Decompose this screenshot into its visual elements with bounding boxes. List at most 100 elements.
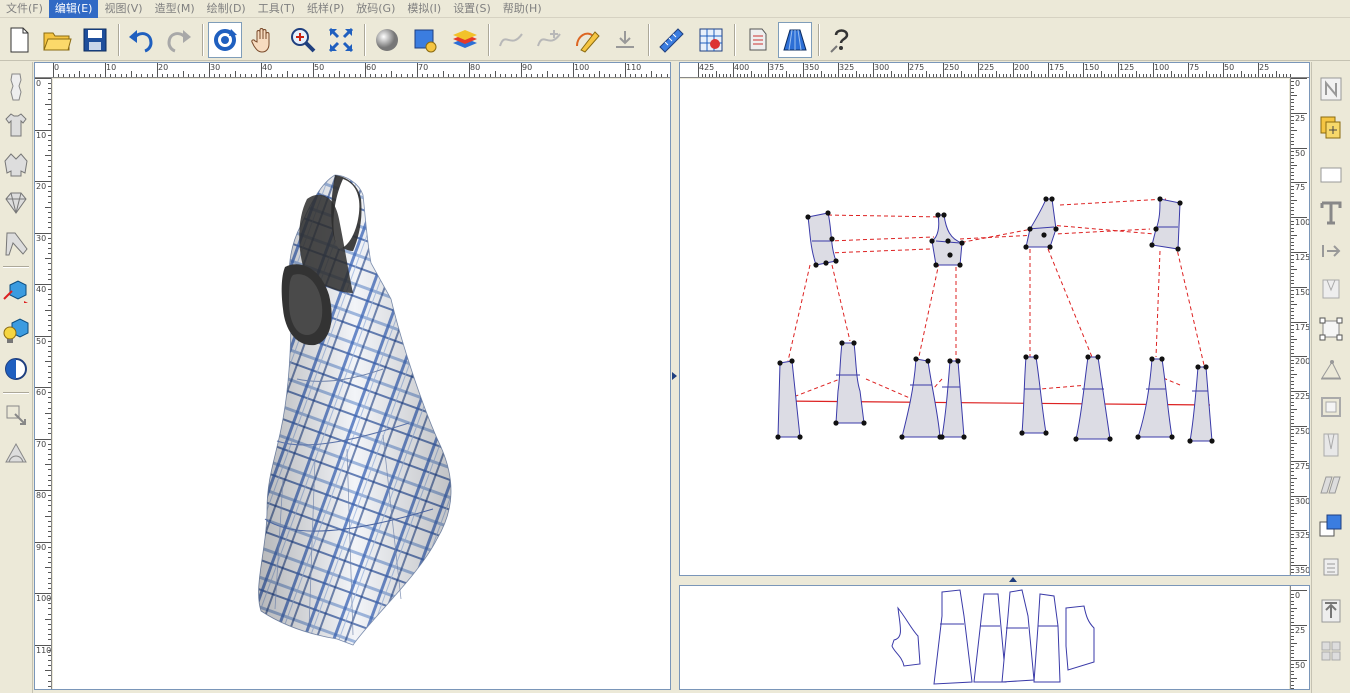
vertex-point[interactable] [1027, 226, 1033, 232]
vertex-point[interactable] [1033, 354, 1039, 360]
vertex-point[interactable] [947, 252, 953, 258]
rotate-view-button[interactable] [208, 22, 242, 58]
select-box-button[interactable] [408, 22, 442, 58]
grid-button[interactable] [1315, 634, 1347, 668]
vertex-point[interactable] [833, 420, 839, 426]
ruler-button[interactable] [654, 22, 688, 58]
jacket-button[interactable] [1, 148, 31, 182]
vertex-point[interactable] [1095, 354, 1101, 360]
menu-item[interactable]: 文件(F) [0, 0, 49, 18]
vertex-point[interactable] [1195, 364, 1201, 370]
vertex-point[interactable] [839, 340, 845, 346]
scale-piece-button[interactable] [1, 398, 31, 432]
zoom-button[interactable] [286, 22, 320, 58]
vertex-point[interactable] [823, 260, 829, 266]
list-button[interactable] [1315, 550, 1347, 584]
vertex-point[interactable] [775, 434, 781, 440]
pencil-button[interactable] [570, 22, 604, 58]
vertex-point[interactable] [851, 340, 857, 346]
vertex-point[interactable] [957, 262, 963, 268]
vertex-point[interactable] [941, 212, 947, 218]
vertex-point[interactable] [1043, 196, 1049, 202]
cube-select-button[interactable] [1, 274, 31, 308]
save-button[interactable] [78, 22, 112, 58]
fabric-button[interactable] [740, 22, 774, 58]
vertex-point[interactable] [955, 358, 961, 364]
diamond-button[interactable] [1, 186, 31, 220]
contrast-button[interactable] [1, 352, 31, 386]
vertical-splitter[interactable] [672, 62, 679, 690]
sleeve-button[interactable] [1, 226, 31, 260]
vertex-point[interactable] [1135, 434, 1141, 440]
vertex-point[interactable] [1053, 226, 1059, 232]
new-file-button[interactable] [2, 22, 36, 58]
curve-button[interactable] [494, 22, 528, 58]
vertex-point[interactable] [933, 262, 939, 268]
vertex-point[interactable] [1107, 436, 1113, 442]
angle-button[interactable] [1315, 352, 1347, 386]
vertex-point[interactable] [929, 238, 935, 244]
open-folder-button[interactable] [40, 22, 74, 58]
vertex-point[interactable] [829, 236, 835, 242]
vertex-point[interactable] [945, 238, 951, 244]
vertex-point[interactable] [825, 210, 831, 216]
menu-item[interactable]: 帮助(H) [497, 0, 548, 18]
vertex-point[interactable] [1153, 226, 1159, 232]
vertex-point[interactable] [959, 240, 965, 246]
vertex-point[interactable] [1203, 364, 1209, 370]
vertex-point[interactable] [1149, 356, 1155, 362]
vertex-point[interactable] [789, 358, 795, 364]
undo-button[interactable] [124, 22, 158, 58]
pattern-viewport[interactable] [680, 79, 1289, 575]
help-button[interactable] [824, 22, 858, 58]
frame-button[interactable] [1315, 390, 1347, 424]
vertex-point[interactable] [1019, 430, 1025, 436]
menu-item[interactable]: 工具(T) [252, 0, 301, 18]
vertex-point[interactable] [935, 212, 941, 218]
duplicate-button[interactable] [1315, 508, 1347, 542]
vertex-point[interactable] [1085, 354, 1091, 360]
vertex-point[interactable] [1159, 356, 1165, 362]
vertex-point[interactable] [1187, 438, 1193, 444]
menu-item[interactable]: 设置(S) [447, 0, 497, 18]
vertex-point[interactable] [961, 434, 967, 440]
vertex-point[interactable] [1047, 244, 1053, 250]
vertex-point[interactable] [913, 356, 919, 362]
vertex-point[interactable] [1023, 354, 1029, 360]
light-cube-button[interactable] [1, 314, 31, 348]
move-up-button[interactable] [1315, 594, 1347, 628]
pan-hand-button[interactable] [246, 22, 280, 58]
vertex-point[interactable] [1169, 434, 1175, 440]
vertex-point[interactable] [1043, 430, 1049, 436]
vertex-point[interactable] [833, 258, 839, 264]
fit-view-button[interactable] [324, 22, 358, 58]
3d-viewport[interactable] [53, 79, 670, 689]
vertex-point[interactable] [861, 420, 867, 426]
layers-button[interactable] [448, 22, 482, 58]
vertex-point[interactable] [813, 262, 819, 268]
vertex-point[interactable] [777, 360, 783, 366]
tuck-button[interactable] [1315, 272, 1347, 306]
menu-item[interactable]: 模拟(I) [401, 0, 447, 18]
arc-piece-button[interactable] [1, 436, 31, 470]
vertex-point[interactable] [1023, 244, 1029, 250]
vertex-point[interactable] [939, 434, 945, 440]
vertex-point[interactable] [1073, 436, 1079, 442]
menu-item[interactable]: 放码(G) [350, 0, 401, 18]
text-button[interactable] [1315, 196, 1347, 230]
vertex-point[interactable] [805, 214, 811, 220]
horizontal-splitter[interactable] [679, 576, 1310, 585]
vertex-point[interactable] [899, 434, 905, 440]
vertex-point[interactable] [925, 358, 931, 364]
grid-map-button[interactable] [694, 22, 728, 58]
vertex-point[interactable] [947, 358, 953, 364]
menu-item[interactable]: 造型(M) [149, 0, 201, 18]
vertex-point[interactable] [1041, 232, 1047, 238]
pattern-pieces-layout[interactable] [680, 79, 1289, 575]
menu-item[interactable]: 纸样(P) [301, 0, 350, 18]
curve-add-button[interactable] [532, 22, 566, 58]
menu-item[interactable]: 编辑(E) [48, 0, 99, 18]
flat-pattern-pieces[interactable] [680, 586, 1289, 689]
shirt-button[interactable] [1, 108, 31, 142]
flat-pieces-viewport[interactable] [680, 586, 1289, 689]
